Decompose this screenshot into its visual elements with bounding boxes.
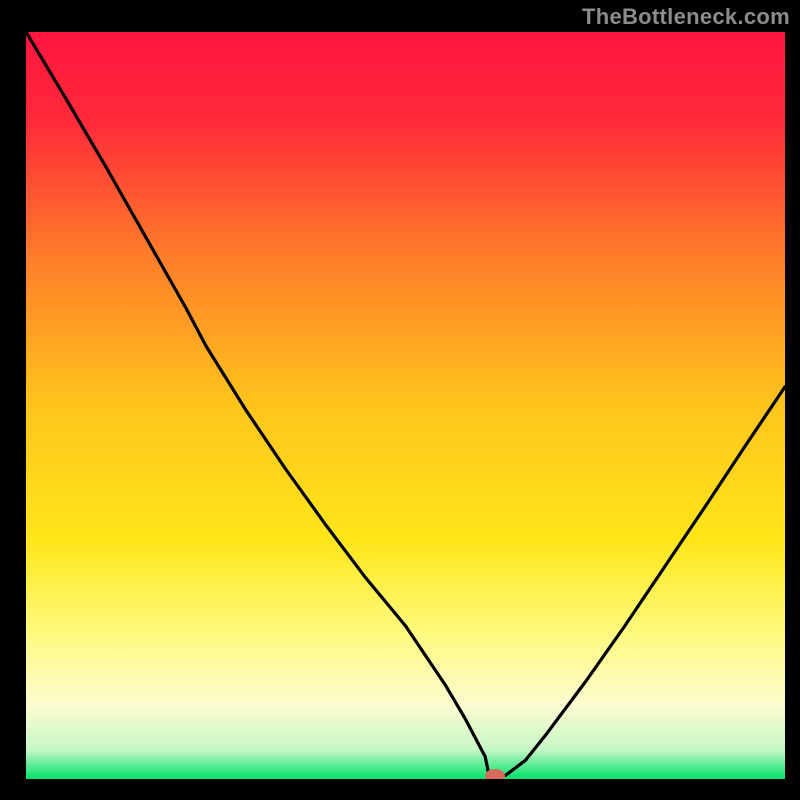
watermark-text: TheBottleneck.com	[582, 4, 790, 30]
bottleneck-chart	[0, 0, 800, 800]
plot-background	[26, 32, 785, 779]
minimum-marker	[485, 769, 505, 783]
chart-frame: TheBottleneck.com	[0, 0, 800, 800]
